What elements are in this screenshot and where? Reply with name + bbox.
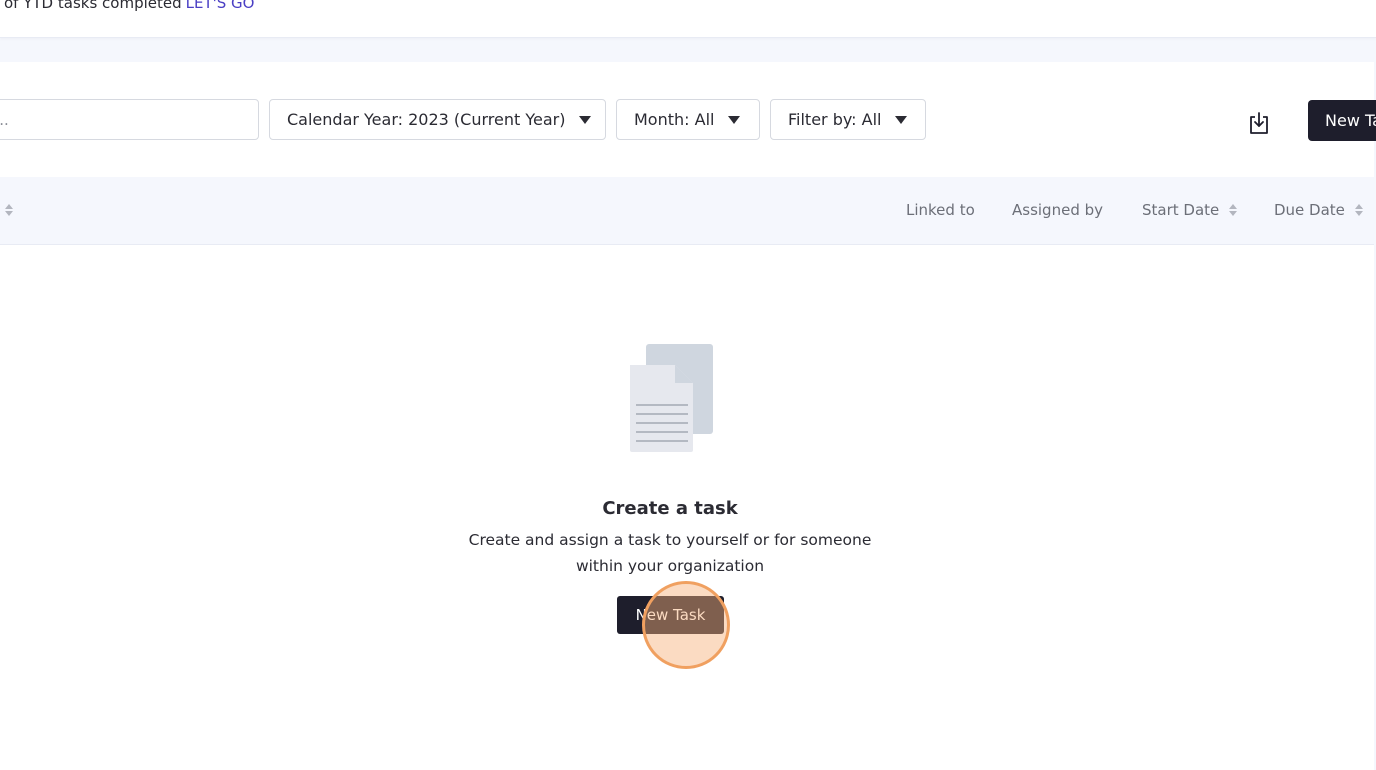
filter-by-dropdown[interactable]: Filter by: All — [770, 99, 926, 140]
sort-icon[interactable] — [5, 204, 13, 216]
filter-by-label: Filter by: All — [788, 110, 882, 129]
column-linked-to: Linked to — [906, 201, 975, 219]
table-header: Linked to Assigned by Start Date Due Dat… — [0, 177, 1374, 245]
new-task-button[interactable]: New Task — [617, 596, 724, 634]
month-dropdown[interactable]: Month: All — [616, 99, 760, 140]
column-due-date[interactable]: Due Date — [1274, 201, 1363, 219]
download-button[interactable] — [1244, 108, 1274, 138]
empty-state-title: Create a task — [602, 498, 738, 519]
column-assigned-by: Assigned by — [1012, 201, 1104, 219]
month-label: Month: All — [634, 110, 715, 129]
page: of YTD tasks completed LET'S GO Calendar … — [0, 0, 1376, 770]
documents-icon — [630, 344, 713, 452]
new-task-button-toolbar[interactable]: New Task — [1308, 100, 1376, 141]
sort-icon[interactable] — [1354, 204, 1363, 216]
banner-text-row: of YTD tasks completed LET'S GO — [4, 0, 254, 12]
banner-text: of YTD tasks completed — [4, 0, 182, 12]
download-icon — [1250, 112, 1268, 134]
empty-state-description: Create and assign a task to yourself or … — [468, 531, 872, 575]
progress-banner: of YTD tasks completed LET'S GO — [0, 0, 1376, 38]
search-input[interactable] — [0, 99, 259, 140]
sort-icon[interactable] — [1229, 204, 1238, 216]
column-start-date[interactable]: Start Date — [1142, 201, 1238, 219]
calendar-year-dropdown[interactable]: Calendar Year: 2023 (Current Year) — [269, 99, 606, 140]
tasks-panel: Calendar Year: 2023 (Current Year) Month… — [0, 62, 1376, 770]
calendar-year-label: Calendar Year: 2023 (Current Year) — [287, 110, 566, 129]
caret-down-icon — [728, 115, 741, 124]
caret-down-icon — [579, 115, 592, 124]
lets-go-link[interactable]: LET'S GO — [186, 0, 255, 12]
caret-down-icon — [895, 115, 908, 124]
